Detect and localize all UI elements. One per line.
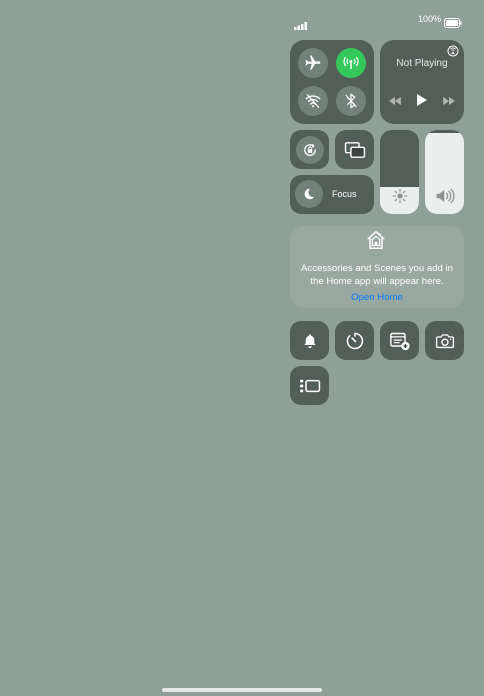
camera-icon <box>435 333 454 348</box>
wifi-off-icon <box>305 93 321 109</box>
bell-icon <box>303 333 316 348</box>
fast-forward-icon <box>443 96 455 106</box>
airplane-mode-button[interactable] <box>298 48 328 78</box>
rewind-button[interactable] <box>388 94 402 112</box>
media-status: Not Playing <box>396 58 448 69</box>
open-home-link[interactable]: Open Home <box>290 292 464 303</box>
airplane-icon <box>305 55 321 70</box>
alarm-button[interactable] <box>290 321 329 360</box>
quick-note-button[interactable] <box>380 321 419 360</box>
screen-mirroring-button[interactable] <box>335 130 374 169</box>
bluetooth-off-icon <box>345 93 357 109</box>
rotation-lock-button[interactable] <box>290 130 329 169</box>
sun-icon <box>380 188 419 204</box>
signal-icon <box>294 17 308 35</box>
focus-button[interactable]: Focus <box>290 175 374 214</box>
home-icon <box>365 229 387 256</box>
brightness-slider[interactable] <box>380 130 419 214</box>
timer-icon <box>346 332 363 349</box>
antenna-icon <box>343 56 359 69</box>
fast-forward-button[interactable] <box>442 94 456 112</box>
focus-label: Focus <box>332 189 357 199</box>
timer-button[interactable] <box>335 321 374 360</box>
cellular-data-button[interactable] <box>336 48 366 78</box>
moon-icon <box>295 180 323 208</box>
play-icon <box>417 94 427 106</box>
home-indicator[interactable] <box>162 688 322 692</box>
home-message: Accessories and Scenes you add in the Ho… <box>301 263 453 287</box>
wifi-button[interactable] <box>298 86 328 116</box>
quick-note-icon <box>389 332 410 350</box>
battery-percentage: 100% <box>418 14 442 24</box>
volume-slider[interactable] <box>425 130 464 214</box>
speaker-icon <box>425 188 464 204</box>
battery-icon <box>444 15 462 33</box>
screen-mirroring-icon <box>344 141 365 158</box>
stage-manager-icon <box>299 379 320 392</box>
play-button[interactable] <box>416 93 428 112</box>
camera-button[interactable] <box>425 321 464 360</box>
rotation-lock-icon <box>295 135 324 164</box>
stage-manager-button[interactable] <box>290 366 329 405</box>
rewind-icon <box>389 96 401 106</box>
bluetooth-button[interactable] <box>336 86 366 116</box>
